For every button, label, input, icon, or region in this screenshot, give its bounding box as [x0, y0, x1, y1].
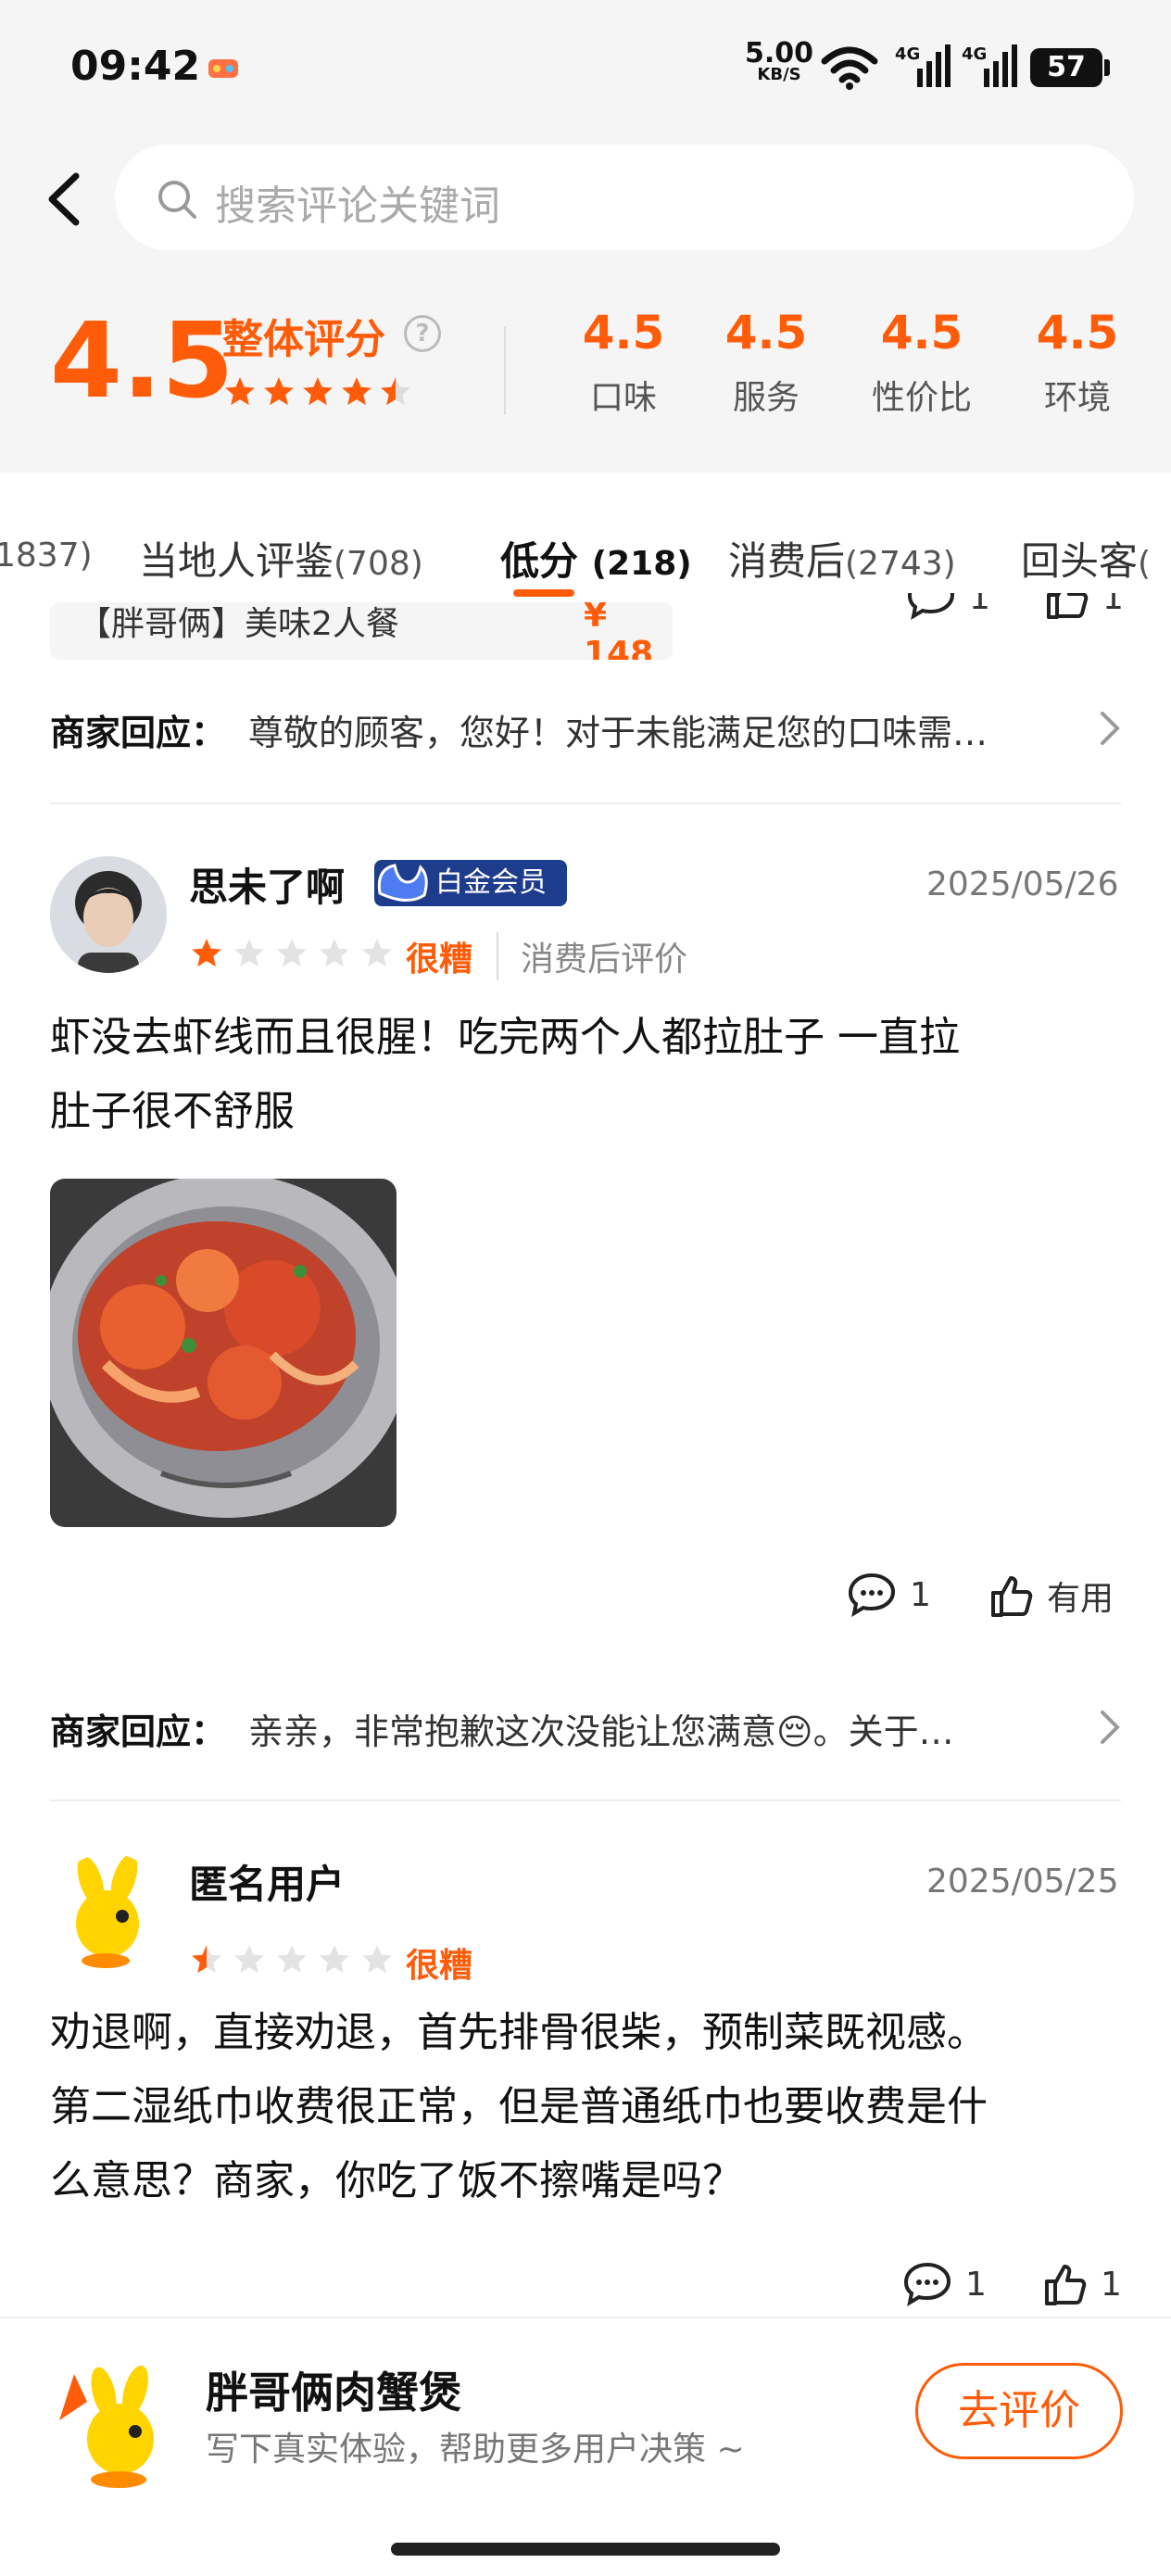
star-full-icon	[264, 377, 294, 406]
tab-returning[interactable]: 回头客(	[1021, 530, 1151, 587]
shop-name: 胖哥俩肉蟹煲	[206, 2368, 461, 2418]
star-empty-icon	[320, 1945, 349, 1974]
sub-score-environment: 4.5 环境	[1036, 306, 1119, 417]
star-full-icon	[225, 377, 255, 406]
like-button[interactable]: 1	[1041, 2261, 1122, 2307]
comment-icon	[903, 2262, 951, 2307]
platinum-member-badge: 白金会员	[374, 860, 567, 906]
wifi-icon	[821, 46, 878, 90]
review-date: 2025/05/25	[926, 1863, 1119, 1900]
signal-4g-icon: 4G	[895, 44, 951, 87]
prev-review-actions: 1 1	[904, 593, 1136, 639]
chevron-right-icon	[1101, 1711, 1120, 1744]
search-placeholder: 搜索评论关键词	[215, 183, 500, 230]
search-header: 搜索评论关键词	[0, 139, 1171, 259]
search-input[interactable]: 搜索评论关键词	[115, 145, 1134, 250]
back-arrow-icon[interactable]	[37, 167, 93, 232]
write-review-bar: 胖哥俩肉蟹煲 写下真实体验，帮助更多用户决策 ~ 去评价	[0, 2317, 1171, 2576]
network-speed: 5.00 KB/S	[745, 37, 814, 84]
review-stars	[189, 1942, 395, 1977]
star-half-icon	[192, 1945, 221, 1974]
star-empty-icon	[362, 1945, 392, 1974]
helpful-button[interactable]: 有用	[988, 1572, 1114, 1620]
star-full-icon	[192, 939, 221, 967]
sub-score-service: 4.5 服务	[724, 306, 808, 417]
star-empty-icon	[320, 939, 349, 967]
review-text[interactable]: 虾没去虾线而且很腥！吃完两个人都拉肚子 一直拉 肚子很不舒服	[50, 1001, 1125, 1149]
thumbs-up-icon	[991, 1576, 1033, 1617]
reviews-panel: 1837) 当地人评鉴(708) 低分 (218) 消费后(2743) 回头客(…	[0, 473, 1171, 2576]
star-empty-icon	[277, 939, 307, 967]
star-empty-icon	[362, 939, 392, 967]
game-app-icon	[208, 59, 238, 78]
divider	[50, 1799, 1121, 1801]
sub-score-taste: 4.5 口味	[582, 306, 665, 417]
divider	[50, 802, 1121, 804]
combo-link[interactable]: 【胖哥俩】美味2人餐 ¥ 148	[50, 602, 673, 660]
member-badge-icon	[377, 864, 428, 902]
overall-stars	[222, 374, 413, 410]
rating-summary: 4.5 整体评分 ? 4.5 口味 4.5 服务 4.5 性价比 4.5 环境	[0, 259, 1171, 473]
status-bar: 09:42 5.00 KB/S 4G 4G 57	[0, 0, 1171, 139]
tab-after-purchase[interactable]: 消费后(2743)	[728, 530, 956, 587]
rating-level: 很糟	[406, 1947, 473, 1985]
username[interactable]: 思未了啊	[189, 856, 345, 913]
rating-level: 很糟	[406, 941, 473, 979]
like-button[interactable]: 1	[1043, 593, 1124, 621]
review-tag: 消费后评价	[497, 932, 687, 980]
thumbs-up-icon	[1047, 593, 1089, 619]
overall-label: 整体评分	[222, 316, 385, 363]
search-icon	[158, 181, 196, 219]
svg-text:4G: 4G	[962, 44, 987, 64]
username[interactable]: 匿名用户	[189, 1853, 345, 1910]
signal-4g-icon-2: 4G	[962, 44, 1017, 87]
merchant-reply[interactable]: 商家回应： 亲亲，非常抱歉这次没能让您满意😔。关于…	[50, 1703, 1125, 1759]
star-half-icon	[381, 377, 410, 406]
merchant-reply[interactable]: 商家回应： 尊敬的顾客，您好！对于未能满足您的口味需…	[50, 704, 1125, 760]
avatar-anonymous[interactable]	[50, 1853, 167, 1970]
home-indicator[interactable]	[391, 2543, 780, 2556]
tab-local-review[interactable]: 当地人评鉴(708)	[139, 530, 423, 587]
tab-low-score[interactable]: 低分 (218)	[500, 530, 692, 587]
help-icon[interactable]: ?	[404, 315, 441, 352]
active-tab-indicator	[513, 589, 574, 597]
status-time: 09:42	[70, 43, 201, 90]
review-text[interactable]: 劝退啊，直接劝退，首先排骨很柴，预制菜既视感。 第二湿纸巾收费很正常，但是普通纸…	[50, 1996, 1125, 2218]
battery-indicator: 57	[1030, 48, 1110, 87]
star-empty-icon	[234, 939, 264, 967]
overall-score: 4.5	[50, 301, 234, 422]
avatar[interactable]	[50, 856, 167, 973]
comment-icon	[907, 593, 955, 621]
review-stars	[189, 936, 395, 971]
star-full-icon	[342, 377, 371, 406]
chevron-right-icon	[1101, 712, 1120, 745]
sub-score-value: 4.5 性价比	[871, 306, 972, 417]
star-empty-icon	[234, 1945, 264, 1974]
svg-text:4G: 4G	[895, 44, 920, 64]
divider	[504, 326, 506, 415]
star-full-icon	[303, 377, 333, 406]
tab-previous[interactable]: 1837)	[0, 530, 93, 575]
comment-button[interactable]: 1	[906, 593, 990, 621]
comment-button[interactable]: 1	[847, 1572, 931, 1618]
shop-mascot-logo	[59, 2365, 154, 2488]
review-photo[interactable]	[50, 1179, 397, 1527]
thumbs-up-icon	[1045, 2265, 1087, 2305]
comment-button[interactable]: 1	[902, 2261, 987, 2307]
comment-icon	[848, 1572, 896, 1618]
write-review-hint: 写下真实体验，帮助更多用户决策 ~	[206, 2431, 745, 2469]
write-review-button[interactable]: 去评价	[915, 2363, 1123, 2459]
review-date: 2025/05/26	[926, 865, 1119, 903]
star-empty-icon	[277, 1945, 307, 1974]
